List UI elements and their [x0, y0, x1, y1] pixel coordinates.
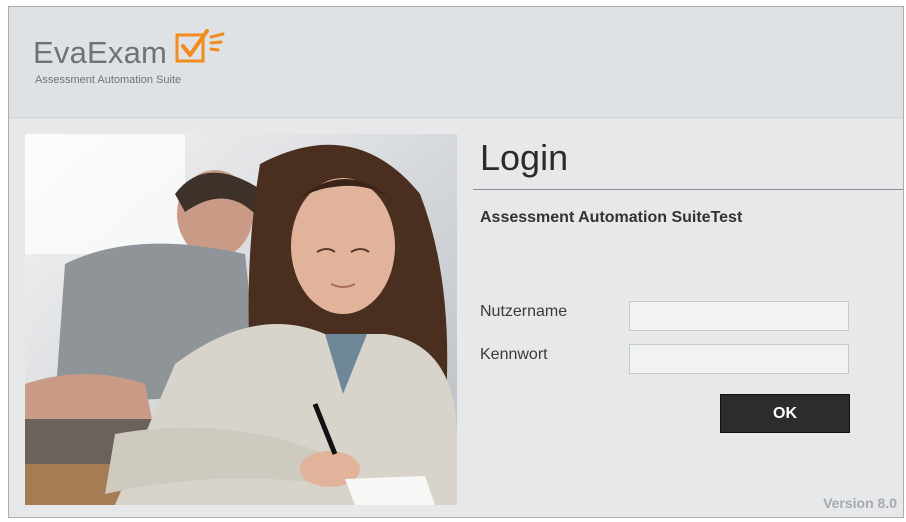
- password-label: Kennwort: [480, 346, 548, 363]
- students-exam-photo: [25, 134, 457, 505]
- app-header: EvaExam Assessment Automation Suite: [9, 7, 903, 118]
- checkbox-logo-icon: [175, 29, 237, 72]
- username-label: Nutzername: [480, 303, 568, 320]
- logo-name: EvaExam: [33, 34, 168, 70]
- ok-button[interactable]: OK: [720, 394, 850, 433]
- version-label: Version 8.0: [823, 495, 897, 511]
- password-input[interactable]: [629, 344, 849, 374]
- title-divider: [473, 189, 903, 190]
- username-input[interactable]: [629, 301, 849, 331]
- page-title: Login: [480, 137, 569, 178]
- evaexam-logo: EvaExam Assessment Automation Suite: [33, 29, 237, 86]
- logo-tagline: Assessment Automation Suite: [35, 74, 182, 86]
- login-window: EvaExam Assessment Automation Suite Logi…: [8, 6, 904, 518]
- instance-name: Assessment Automation SuiteTest: [480, 209, 743, 226]
